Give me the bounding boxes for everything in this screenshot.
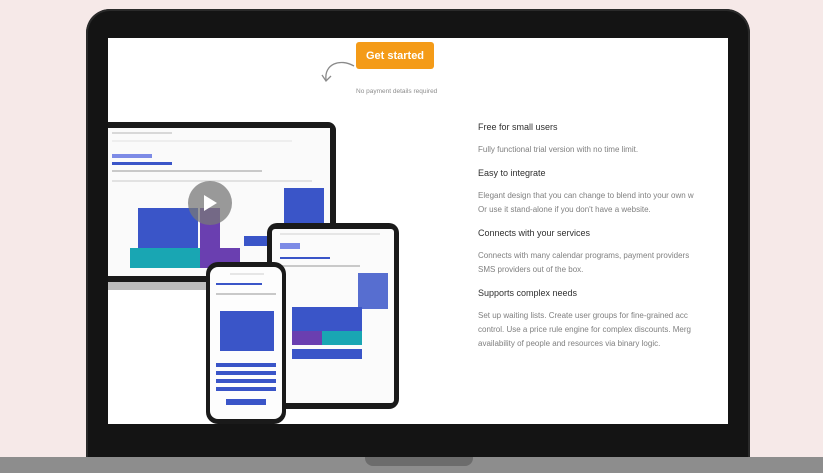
feature-text: Set up waiting lists. Create user groups…	[478, 311, 688, 320]
feature-complex: Supports complex needs Set up waiting li…	[478, 288, 728, 351]
play-icon	[204, 195, 217, 211]
feature-free: Free for small users Fully functional tr…	[478, 122, 728, 157]
feature-text: SMS providers out of the box.	[478, 265, 584, 274]
feature-text: Elegant design that you can change to bl…	[478, 191, 694, 200]
features-list: Free for small users Fully functional tr…	[478, 122, 728, 351]
feature-title: Easy to integrate	[478, 168, 546, 178]
feature-title: Free for small users	[478, 122, 558, 132]
curved-arrow-icon	[321, 61, 355, 83]
mockup-tablet-screen	[272, 229, 394, 403]
laptop-base-notch	[365, 457, 473, 466]
laptop-screen: Get started No payment details required	[108, 38, 728, 424]
no-payment-note: No payment details required	[356, 88, 438, 95]
feature-title: Connects with your services	[478, 228, 591, 238]
feature-text: Fully functional trial version with no t…	[478, 145, 639, 154]
mockup-phone-screen	[210, 267, 282, 419]
feature-text: Or use it stand-alone if you don't have …	[478, 205, 651, 214]
feature-connects: Connects with your services Connects wit…	[478, 228, 728, 277]
video-play-button[interactable]	[188, 181, 232, 225]
feature-integrate: Easy to integrate Elegant design that yo…	[478, 168, 728, 217]
feature-text: control. Use a price rule engine for com…	[478, 325, 691, 334]
get-started-button[interactable]: Get started	[356, 42, 434, 69]
feature-text: Connects with many calendar programs, pa…	[478, 251, 690, 260]
feature-title: Supports complex needs	[478, 288, 578, 298]
feature-text: availability of people and resources via…	[478, 339, 661, 348]
